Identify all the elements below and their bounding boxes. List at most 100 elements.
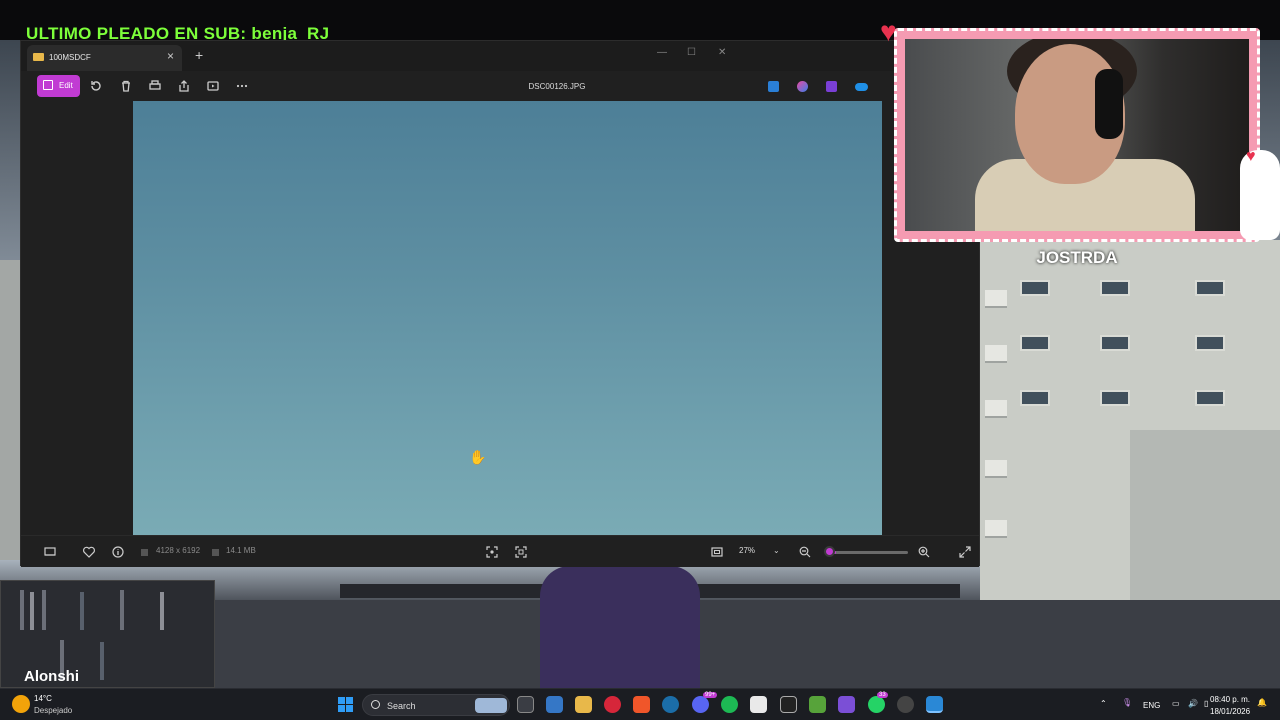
- headphones: [1095, 69, 1123, 139]
- copilot-icon[interactable]: [797, 81, 808, 92]
- language-indicator[interactable]: ENG: [1143, 701, 1160, 710]
- chevron-up-icon[interactable]: ⌃: [1100, 699, 1107, 708]
- widgets-icon[interactable]: [546, 696, 563, 713]
- window: [1100, 280, 1130, 296]
- tab-close-icon[interactable]: ×: [167, 49, 174, 63]
- maximize-icon[interactable]: ☐: [687, 47, 696, 58]
- microphone-icon[interactable]: 🎙: [1122, 698, 1132, 707]
- zoom-slider-thumb[interactable]: [824, 546, 835, 557]
- minecraft-icon[interactable]: [809, 696, 826, 713]
- window: [1100, 390, 1130, 406]
- webcam-feed: [905, 39, 1249, 231]
- photos-app-window: 100MSDCF × + — ☐ ✕ Edit DSC00126.JPG ✋ 4…: [20, 40, 980, 567]
- building-left: [0, 260, 20, 560]
- photos-app-icon[interactable]: [926, 696, 943, 713]
- opera-icon[interactable]: [604, 696, 621, 713]
- delete-icon[interactable]: [119, 79, 133, 93]
- edit-button[interactable]: Edit: [37, 75, 80, 97]
- balcony: [985, 460, 1007, 478]
- file-name: DSC00126.JPG: [528, 82, 586, 91]
- start-button[interactable]: [338, 697, 353, 712]
- book: [20, 590, 24, 630]
- filmstrip-icon[interactable]: [43, 545, 57, 559]
- dimensions-icon: [141, 549, 148, 556]
- clock-date[interactable]: 18/01/2026: [1210, 707, 1250, 716]
- obsidian-icon[interactable]: [838, 696, 855, 713]
- share-icon[interactable]: [177, 79, 191, 93]
- streamer-name: Alonshi: [24, 668, 79, 685]
- epic-games-icon[interactable]: [780, 696, 797, 713]
- print-icon[interactable]: [148, 79, 162, 93]
- fullscreen-icon[interactable]: [958, 545, 972, 559]
- window: [1195, 280, 1225, 296]
- discord-badge: 99+: [703, 692, 718, 698]
- network-icon[interactable]: ▭: [1172, 699, 1180, 708]
- window: [1020, 280, 1050, 296]
- slideshow-icon[interactable]: [206, 79, 220, 93]
- weather-icon[interactable]: [12, 695, 30, 713]
- edit-icon: [43, 80, 53, 90]
- book: [80, 592, 84, 630]
- chair-figure: [540, 566, 700, 688]
- window: [1020, 335, 1050, 351]
- taskbar-search[interactable]: Search: [362, 694, 510, 716]
- whatsapp-icon[interactable]: [868, 696, 885, 713]
- file-size-icon: [212, 549, 219, 556]
- tab-label: 100MSDCF: [49, 53, 91, 62]
- heart-icon: ♥: [1246, 148, 1256, 165]
- photo-toolbar: Edit DSC00126.JPG: [21, 71, 979, 101]
- store-icon[interactable]: [750, 696, 767, 713]
- file-explorer-icon[interactable]: [575, 696, 592, 713]
- minimize-icon[interactable]: —: [657, 47, 667, 58]
- new-tab-icon[interactable]: +: [195, 48, 203, 62]
- brave-icon[interactable]: [633, 696, 650, 713]
- search-icon: [371, 700, 380, 709]
- info-icon[interactable]: [111, 545, 125, 559]
- folder-icon: [33, 53, 44, 61]
- zoom-slider[interactable]: [828, 551, 908, 554]
- search-highlight-icon: [475, 698, 507, 713]
- webcam-name-label: JOSTRDA: [1036, 248, 1118, 267]
- zoom-in-icon[interactable]: [917, 545, 931, 559]
- photo-canvas: ✋: [21, 101, 979, 535]
- notification-icon[interactable]: 🔔: [1257, 698, 1267, 707]
- favorite-icon[interactable]: [82, 545, 96, 559]
- chevron-down-icon[interactable]: ⌄: [773, 546, 780, 555]
- visual-search-icon[interactable]: [514, 545, 528, 559]
- task-view-icon[interactable]: [517, 696, 534, 713]
- balcony: [985, 400, 1007, 418]
- steam-icon[interactable]: [662, 696, 679, 713]
- spotify-icon[interactable]: [721, 696, 738, 713]
- volume-icon[interactable]: 🔊: [1188, 699, 1198, 708]
- balcony: [985, 520, 1007, 538]
- photo-image[interactable]: ✋: [133, 101, 882, 535]
- book: [100, 642, 104, 680]
- balcony: [985, 290, 1007, 308]
- onedrive-icon[interactable]: [855, 83, 868, 91]
- window: [1100, 335, 1130, 351]
- zoom-dropdown[interactable]: 27%: [739, 546, 755, 555]
- discord-icon[interactable]: [692, 696, 709, 713]
- weather-description[interactable]: Despejado: [34, 706, 72, 715]
- zoom-out-icon[interactable]: [798, 545, 812, 559]
- hand-cursor-icon: ✋: [469, 449, 487, 465]
- book: [160, 592, 164, 630]
- balcony: [985, 345, 1007, 363]
- fit-to-window-icon[interactable]: [710, 545, 724, 559]
- clipchamp-icon[interactable]: [826, 81, 837, 92]
- obs-icon[interactable]: [897, 696, 914, 713]
- clock-time[interactable]: 08:40 p. m.: [1210, 695, 1250, 704]
- designer-icon[interactable]: [768, 81, 779, 92]
- tab-folder[interactable]: 100MSDCF ×: [27, 45, 182, 71]
- taskbar: 14°C Despejado Search 99+ 33 ⌃ 🎙 ENG ▭ 🔊…: [0, 688, 1280, 720]
- more-icon[interactable]: [235, 79, 249, 93]
- rotate-icon[interactable]: [89, 79, 103, 93]
- face-detect-icon[interactable]: [485, 545, 499, 559]
- battery-icon[interactable]: ▯: [1204, 699, 1208, 708]
- window: [1020, 390, 1050, 406]
- book: [120, 590, 124, 630]
- close-window-icon[interactable]: ✕: [718, 47, 726, 58]
- status-bar: 4128 x 6192 14.1 MB 27% ⌄: [21, 535, 979, 567]
- file-size: 14.1 MB: [226, 546, 256, 555]
- weather-temperature[interactable]: 14°C: [34, 694, 52, 703]
